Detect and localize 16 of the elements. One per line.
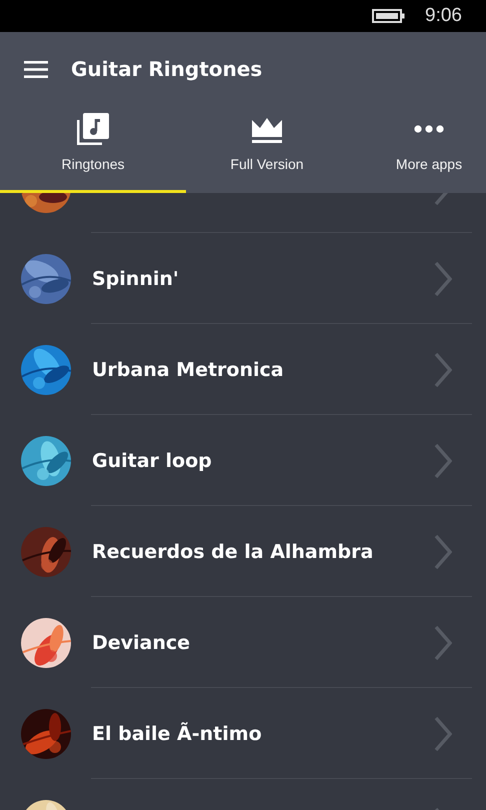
battery-icon [372,9,406,23]
ringtone-title[interactable]: Recuerdos de la Alhambra [92,540,434,562]
menu-icon[interactable] [24,60,48,78]
clock-time: 9:06 [425,5,462,27]
tab[interactable]: Ringtones [0,106,186,193]
tab[interactable]: Full Version [186,106,348,193]
ringtone-title[interactable]: Spinnin' [92,268,434,290]
ringtone-title[interactable]: Guitar loop [92,450,434,472]
more-icon [414,125,444,133]
crown-icon [252,116,282,142]
music-notes-icon [76,113,110,145]
app-title: Guitar Ringtones [71,57,262,81]
ringtone-title[interactable]: El baile Ã-ntimo [92,722,434,744]
tab[interactable]: More apps [348,106,486,193]
ringtone-title[interactable]: Deviance [92,632,434,654]
ringtone-title[interactable]: Urbana Metronica [92,358,434,380]
